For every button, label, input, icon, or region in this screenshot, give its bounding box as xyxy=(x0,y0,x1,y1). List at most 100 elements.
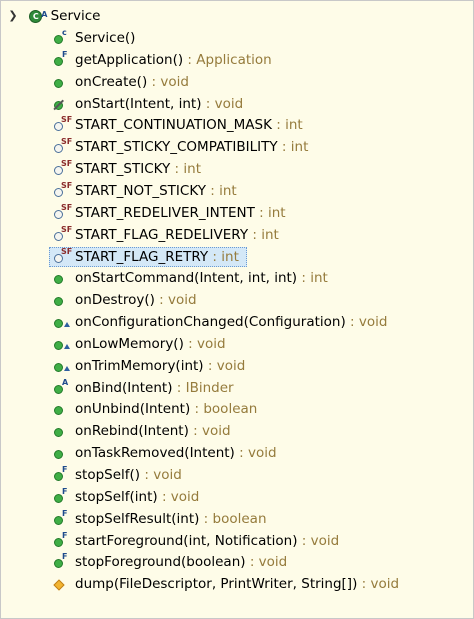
member-label: startForeground(int, Notification) : voi… xyxy=(75,531,339,551)
member-name: onDestroy() xyxy=(75,292,155,309)
public-method-icon: F xyxy=(53,465,73,485)
member-type: : void xyxy=(297,532,340,549)
public-method-icon xyxy=(53,443,73,463)
member-item[interactable]: FstopSelf() : void xyxy=(53,465,182,485)
member-item[interactable]: onStart(Intent, int) : void xyxy=(53,94,243,114)
tree-root-service[interactable]: ❯ C A Service xyxy=(6,6,100,26)
member-type: : IBinder xyxy=(172,379,234,396)
member-name: onBind(Intent) xyxy=(75,379,173,396)
implements-method-icon xyxy=(53,312,73,332)
member-name: getApplication() xyxy=(75,51,184,68)
member-item[interactable]: onCreate() : void xyxy=(53,72,189,92)
member-label: START_STICKY_COMPATIBILITY : int xyxy=(75,137,308,157)
static-final-field-icon: SF xyxy=(53,137,73,157)
public-method-icon xyxy=(53,399,73,419)
member-name: dump(FileDescriptor, PrintWriter, String… xyxy=(75,576,358,593)
member-name: onUnbind(Intent) xyxy=(75,401,191,418)
member-type: : void xyxy=(345,314,388,331)
member-label: onBind(Intent) : IBinder xyxy=(75,378,234,398)
member-type: : void xyxy=(140,467,182,483)
member-name: onStartCommand(Intent, int, int) xyxy=(75,270,298,287)
public-method-icon: F xyxy=(53,531,73,551)
member-label: stopSelf(int) : void xyxy=(75,487,199,507)
member-item[interactable]: onUnbind(Intent) : boolean xyxy=(53,399,257,419)
member-name: stopSelfResult(int) xyxy=(75,510,200,527)
member-type: : void xyxy=(188,423,231,440)
public-method-icon xyxy=(53,290,73,310)
member-item[interactable]: SF START_NOT_STICKY : int xyxy=(53,181,237,201)
member-item[interactable]: onLowMemory() : void xyxy=(53,334,226,354)
public-method-icon: F xyxy=(53,50,73,70)
member-type: : int xyxy=(271,117,303,134)
member-name: START_FLAG_RETRY xyxy=(75,248,209,265)
static-final-field-icon: SF xyxy=(53,247,73,267)
member-item[interactable]: FgetApplication() : Application xyxy=(53,50,272,70)
member-name: START_REDELIVER_INTENT xyxy=(75,204,255,221)
member-name: START_CONTINUATION_MASK xyxy=(75,117,272,134)
member-item[interactable]: FstopSelfResult(int) : boolean xyxy=(53,509,267,529)
member-type: : void xyxy=(245,554,288,571)
member-item[interactable]: onRebind(Intent) : void xyxy=(53,421,231,441)
member-name: START_FLAG_REDELIVERY xyxy=(75,226,249,243)
member-name: onStart(Intent, int) xyxy=(75,95,202,112)
member-item[interactable]: SF START_STICKY : int xyxy=(53,159,201,179)
member-item[interactable]: dump(FileDescriptor, PrintWriter, String… xyxy=(53,574,399,594)
member-type: : int xyxy=(277,139,309,156)
member-type: : Application xyxy=(183,51,272,68)
member-label: stopSelfResult(int) : boolean xyxy=(75,509,267,529)
class-icon: C A xyxy=(28,8,48,24)
member-label: START_FLAG_RETRY : int xyxy=(75,247,239,267)
member-item[interactable]: onConfigurationChanged(Configuration) : … xyxy=(53,312,387,332)
static-final-field-icon: SF xyxy=(53,159,73,179)
member-name: Service() xyxy=(75,30,136,46)
member-item[interactable]: c Service() xyxy=(53,28,135,48)
public-method-icon: F xyxy=(53,552,73,572)
member-label: START_REDELIVER_INTENT : int xyxy=(75,203,286,223)
member-label: dump(FileDescriptor, PrintWriter, String… xyxy=(75,574,399,594)
member-name: onLowMemory() xyxy=(75,335,184,352)
member-type: : int xyxy=(248,226,279,243)
member-label: Service() xyxy=(75,28,135,48)
member-item[interactable]: SF START_REDELIVER_INTENT : int xyxy=(53,203,286,223)
member-item[interactable]: SF START_STICKY_COMPATIBILITY : int xyxy=(53,137,308,157)
member-item[interactable]: SF START_FLAG_RETRY : int xyxy=(53,247,239,267)
member-type: : void xyxy=(203,357,246,374)
member-label: onStart(Intent, int) : void xyxy=(75,94,243,114)
member-name: START_STICKY xyxy=(75,161,171,178)
member-item[interactable]: onTrimMemory(int) : void xyxy=(53,356,245,376)
outline-view: ❯ C A Service c Service() FgetApplication(… xyxy=(0,0,474,619)
implements-method-icon xyxy=(53,334,73,354)
member-label: onRebind(Intent) : void xyxy=(75,421,231,441)
member-label: START_STICKY : int xyxy=(75,159,201,179)
member-item[interactable]: SF START_FLAG_REDELIVERY : int xyxy=(53,225,279,245)
member-name: stopForeground(boolean) xyxy=(75,554,246,571)
member-name: onTrimMemory(int) xyxy=(75,357,204,374)
member-type: : boolean xyxy=(199,510,267,527)
member-label: onDestroy() : void xyxy=(75,290,197,310)
static-final-field-icon: SF xyxy=(53,203,73,223)
member-label: onTaskRemoved(Intent) : void xyxy=(75,443,277,463)
member-item[interactable]: FstopForeground(boolean) : void xyxy=(53,552,287,572)
member-type: : int xyxy=(205,182,237,199)
member-type: : void xyxy=(183,335,226,352)
member-item[interactable]: onStartCommand(Intent, int, int) : int xyxy=(53,268,328,288)
member-item[interactable]: onDestroy() : void xyxy=(53,290,197,310)
member-type: : void xyxy=(357,576,400,593)
member-name: onRebind(Intent) xyxy=(75,423,189,440)
member-name: stopSelf(int) xyxy=(75,488,158,505)
member-type: : int xyxy=(254,204,286,221)
public-method-icon: F xyxy=(53,487,73,507)
member-type: : void xyxy=(147,73,189,90)
member-label: getApplication() : Application xyxy=(75,50,272,70)
protected-method-icon xyxy=(53,574,73,594)
member-item[interactable]: AonBind(Intent) : IBinder xyxy=(53,378,234,398)
chevron-down-icon[interactable]: ❯ xyxy=(6,6,20,26)
member-type: : int xyxy=(297,270,328,287)
member-item[interactable]: FstopSelf(int) : void xyxy=(53,487,199,507)
member-type: : int xyxy=(208,248,239,265)
public-method-icon: c xyxy=(53,28,73,48)
member-item[interactable]: FstartForeground(int, Notification) : vo… xyxy=(53,531,339,551)
member-label: onConfigurationChanged(Configuration) : … xyxy=(75,312,387,332)
member-item[interactable]: onTaskRemoved(Intent) : void xyxy=(53,443,277,463)
member-item[interactable]: SF START_CONTINUATION_MASK : int xyxy=(53,115,303,135)
